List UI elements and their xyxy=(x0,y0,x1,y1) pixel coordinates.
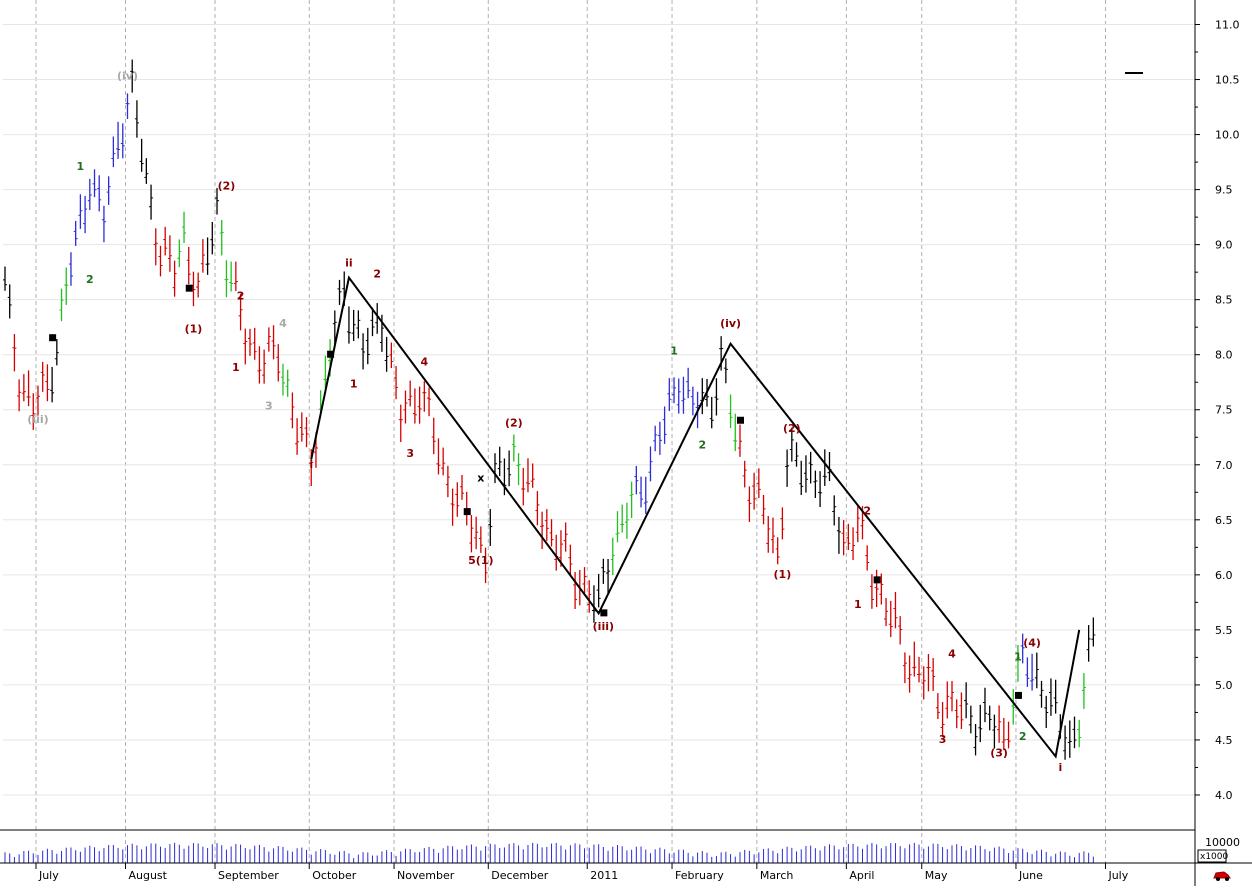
wave-label: (iv) xyxy=(117,70,138,83)
wave-label: 2 xyxy=(1019,730,1027,743)
month-label: July xyxy=(1107,869,1128,882)
wave-label: 1 xyxy=(854,598,862,611)
wave-label: 2 xyxy=(86,273,94,286)
square-marker xyxy=(600,609,608,617)
price-tick-label: 8.0 xyxy=(1215,349,1233,362)
wave-label: 1 xyxy=(350,378,358,391)
wave-label: (2) xyxy=(783,422,801,435)
wave-label: 4 xyxy=(948,647,956,660)
month-label: December xyxy=(491,869,549,882)
price-tick-label: 9.0 xyxy=(1215,239,1233,252)
price-tick-label: 11.0 xyxy=(1215,19,1240,32)
price-tick-label: 5.5 xyxy=(1215,624,1233,637)
wave-label: (4) xyxy=(1023,636,1041,649)
wave-label: (2) xyxy=(505,416,523,429)
price-tick-label: 4.0 xyxy=(1215,789,1233,802)
wave-label: (1) xyxy=(185,323,203,336)
month-label: May xyxy=(925,869,948,882)
square-marker xyxy=(1014,691,1022,699)
price-tick-label: 7.5 xyxy=(1215,404,1233,417)
wave-label: 4 xyxy=(420,356,428,369)
wave-label: 3 xyxy=(406,447,414,460)
price-tick-label: 10.0 xyxy=(1215,129,1240,142)
wave-label: (iii) xyxy=(27,413,48,426)
wave-label: (2) xyxy=(218,180,236,193)
wave-label: (1) xyxy=(774,568,792,581)
price-tick-label: 4.5 xyxy=(1215,734,1233,747)
month-label: March xyxy=(760,869,794,882)
wave-label: (iii) xyxy=(593,620,614,633)
wave-label: (3) xyxy=(990,746,1008,759)
price-tick-label: 7.0 xyxy=(1215,459,1233,472)
chart-canvas: (iv)(iii)12(2)(1)2134iii2143x5(1)(2)(iii… xyxy=(0,0,1252,886)
wave-label: (iv) xyxy=(720,317,741,330)
month-label: February xyxy=(675,869,724,882)
square-marker xyxy=(463,508,471,516)
price-chart: (iv) (iii) 1 2 (2) (1) 2 1 3 4 i ii 2 1 4 3 x 5(1) (2) (iii… xyxy=(0,0,1252,886)
wave-label: 1 xyxy=(1014,651,1022,664)
month-label: November xyxy=(397,869,455,882)
price-tick-label: 8.5 xyxy=(1215,294,1233,307)
month-label: April xyxy=(849,869,874,882)
month-label: September xyxy=(218,869,279,882)
square-marker xyxy=(873,576,881,584)
price-tick-label: 10.5 xyxy=(1215,74,1240,87)
wave-label: 1 xyxy=(232,361,240,374)
wave-label: ii xyxy=(345,257,353,270)
volume-scale-top: 10000 xyxy=(1205,836,1240,849)
month-label: 2011 xyxy=(590,869,618,882)
wave-label: 2 xyxy=(237,290,245,303)
wave-label: i xyxy=(309,458,313,471)
wave-label: 2 xyxy=(698,438,706,451)
price-tick-label: 6.5 xyxy=(1215,514,1233,527)
wave-label: x xyxy=(477,471,484,484)
wave-label: 1 xyxy=(77,160,85,173)
wave-label: 3 xyxy=(265,400,273,413)
wave-label: 2 xyxy=(373,268,381,281)
volume-multiplier: x1000 xyxy=(1200,852,1229,862)
month-label: June xyxy=(1018,869,1043,882)
square-marker xyxy=(736,416,744,424)
wave-label: 5(1) xyxy=(468,554,493,567)
month-label: August xyxy=(128,869,167,882)
price-tick-label: 5.0 xyxy=(1215,679,1233,692)
wave-label: 4 xyxy=(279,317,287,330)
price-tick-label: 9.5 xyxy=(1215,184,1233,197)
wave-label: 3 xyxy=(939,733,947,746)
wave-label: i xyxy=(1058,761,1062,774)
square-marker xyxy=(49,334,57,342)
month-label: July xyxy=(38,869,59,882)
wave-label: 2 xyxy=(863,504,871,517)
month-label: October xyxy=(312,869,356,882)
square-marker xyxy=(185,284,193,292)
price-tick-label: 6.0 xyxy=(1215,569,1233,582)
square-marker xyxy=(327,350,335,358)
wave-label: 1 xyxy=(670,345,678,358)
